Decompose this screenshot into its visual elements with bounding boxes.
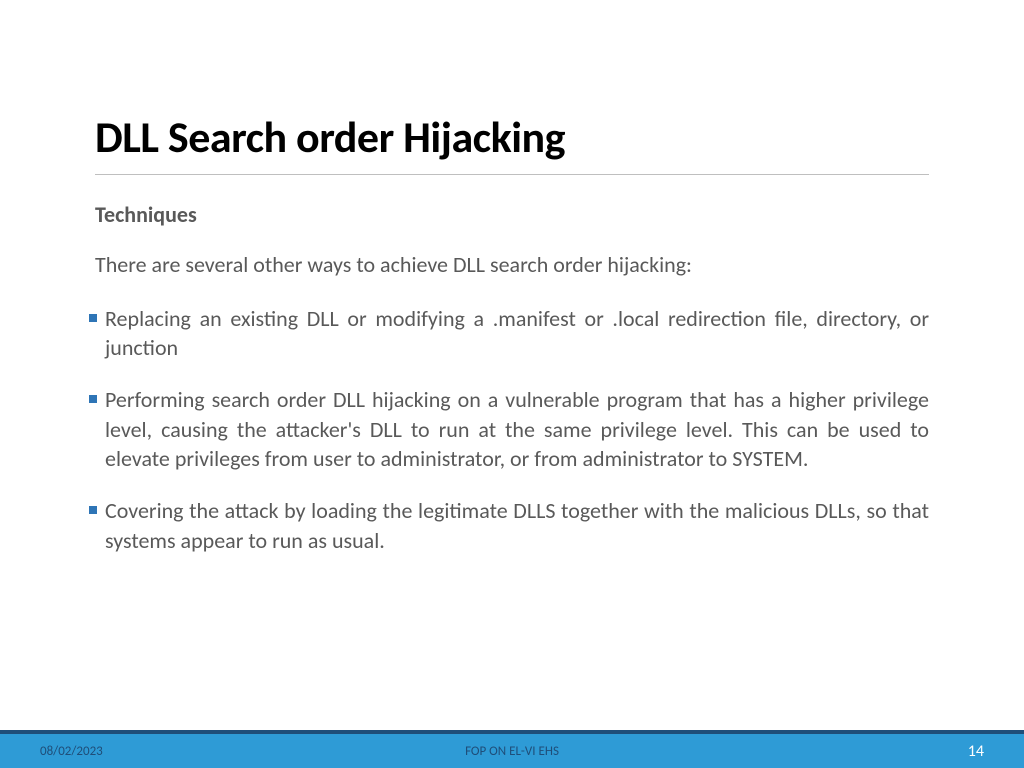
list-item: Covering the attack by loading the legit…	[89, 496, 929, 555]
footer-date: 08/02/2023	[40, 744, 103, 759]
list-item: Performing search order DLL hijacking on…	[89, 385, 929, 474]
bullet-list: Replacing an existing DLL or modifying a…	[89, 304, 929, 556]
slide-title: DLL Search order Hijacking	[95, 110, 929, 175]
footer-center-text: FOP ON EL-VI EHS	[465, 744, 559, 759]
footer-strip: 08/02/2023 FOP ON EL-VI EHS 14	[0, 734, 1024, 768]
footer-page-number: 14	[968, 742, 984, 761]
slide: DLL Search order Hijacking Techniques Th…	[0, 0, 1024, 768]
list-item: Replacing an existing DLL or modifying a…	[89, 304, 929, 363]
slide-footer: 08/02/2023 FOP ON EL-VI EHS 14	[0, 730, 1024, 768]
slide-subtitle: Techniques	[95, 201, 929, 228]
intro-text: There are several other ways to achieve …	[95, 250, 929, 280]
